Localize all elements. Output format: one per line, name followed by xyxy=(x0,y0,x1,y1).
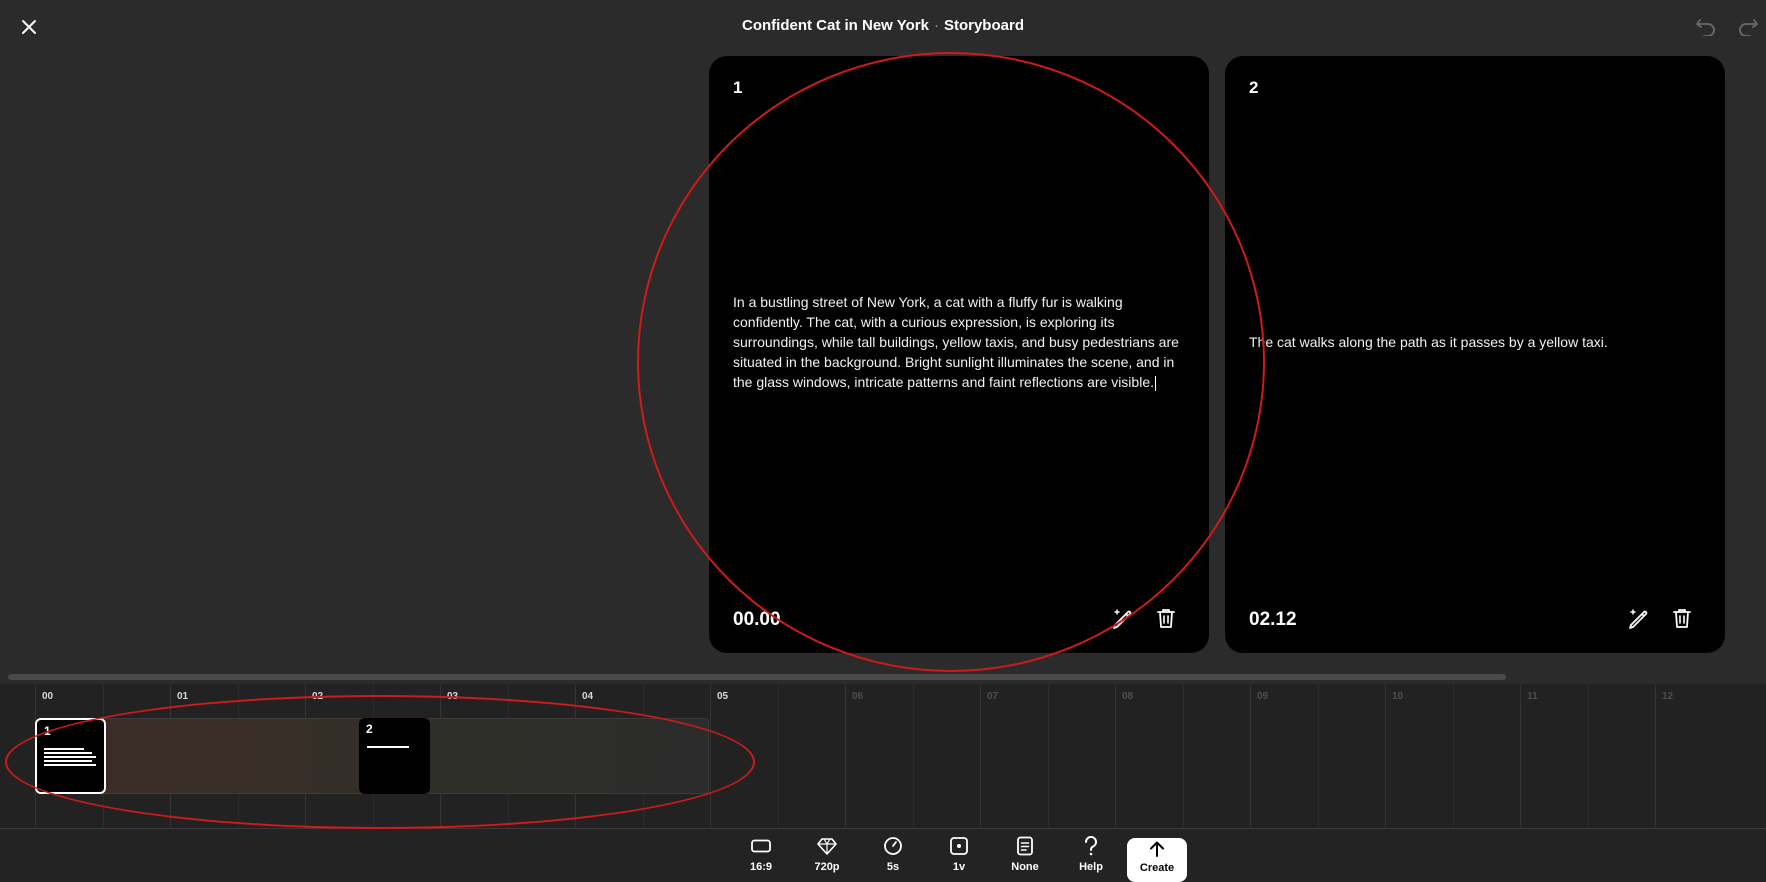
clip-text-line xyxy=(44,756,96,758)
clip-text-line xyxy=(367,746,409,748)
versions-label: 1v xyxy=(952,861,966,873)
card-timestamp: 02.12 xyxy=(1249,609,1297,630)
timeline-tick xyxy=(1520,684,1521,828)
help-label: Help xyxy=(1079,861,1103,873)
aspect-ratio-icon xyxy=(751,839,771,853)
title-separator: · xyxy=(933,17,939,34)
redo-icon xyxy=(1739,19,1758,36)
card-number: 1 xyxy=(733,78,743,97)
bottom-toolbar: 16:9 720p 5s 1v None Help Create xyxy=(0,828,1766,882)
delete-button[interactable] xyxy=(1154,606,1178,630)
storyboard-card-1[interactable]: 1 In a bustling street of New York, a ca… xyxy=(709,56,1209,653)
create-button[interactable]: Create xyxy=(1127,838,1187,882)
storyboard-app: Confident Cat in New York · Storyboard 1 I… xyxy=(0,0,1766,882)
help-button[interactable]: Help xyxy=(1064,835,1118,879)
duration-button[interactable]: 5s xyxy=(866,835,920,879)
create-label: Create xyxy=(1139,862,1175,874)
timeline-tick-label: 01 xyxy=(177,691,189,702)
arrow-up-icon xyxy=(1150,841,1164,857)
duration-label: 5s xyxy=(886,861,900,873)
clip-text-line xyxy=(44,764,96,766)
card-description-text: The cat walks along the path as it passe… xyxy=(1249,334,1608,350)
storyboard-card-2[interactable]: 2 The cat walks along the path as it pas… xyxy=(1225,56,1725,653)
timeline-subtick xyxy=(912,684,914,828)
clip-text-line xyxy=(44,748,84,750)
question-icon xyxy=(1084,836,1097,856)
quality-label: 720p xyxy=(814,861,840,873)
magic-edit-button[interactable] xyxy=(1626,606,1650,630)
clock-icon xyxy=(884,837,902,855)
card-timestamp: 00.00 xyxy=(733,609,781,630)
clip-number: 1 xyxy=(44,724,51,738)
timeline-tick xyxy=(1385,684,1386,828)
timeline-tick xyxy=(1250,684,1251,828)
card-description-editor[interactable]: The cat walks along the path as it passe… xyxy=(1249,332,1699,352)
magic-pen-icon xyxy=(1629,609,1648,629)
magic-pen-icon xyxy=(1113,609,1132,629)
timeline-tick-label: 00 xyxy=(42,691,54,702)
document-icon xyxy=(1017,836,1033,856)
timeline-subtick xyxy=(1317,684,1319,828)
timeline-tick-label: 09 xyxy=(1257,691,1269,702)
timeline-clip-2[interactable]: 2 xyxy=(359,718,430,794)
timeline-tick-label: 04 xyxy=(582,691,594,702)
timeline-tick-label: 11 xyxy=(1527,691,1538,702)
timeline-tick-label: 02 xyxy=(312,691,324,702)
timeline-tick xyxy=(710,684,711,828)
clip-number: 2 xyxy=(366,722,373,736)
undo-icon xyxy=(1696,19,1715,36)
versions-button[interactable]: 1v xyxy=(932,835,986,879)
timeline-subtick xyxy=(1452,684,1454,828)
trash-icon xyxy=(1673,609,1691,628)
timeline-tick xyxy=(845,684,846,828)
timeline-tick-label: 03 xyxy=(447,691,459,702)
timeline-tick xyxy=(1655,684,1656,828)
redo-button[interactable] xyxy=(1734,13,1762,39)
timeline-subtick xyxy=(1182,684,1184,828)
aspect-ratio-label: 16:9 xyxy=(749,861,773,873)
timeline-tick-label: 06 xyxy=(852,691,864,702)
section-title: Storyboard xyxy=(943,17,1024,34)
timeline-subtick xyxy=(777,684,779,828)
diamond-icon xyxy=(817,838,837,855)
card-description-editor[interactable]: In a bustling street of New York, a cat … xyxy=(733,292,1183,392)
timeline-tick-label: 05 xyxy=(717,691,729,702)
timeline-tick-label: 10 xyxy=(1392,691,1404,702)
timeline-tick xyxy=(980,684,981,828)
page-title: Confident Cat in New York · Storyboard xyxy=(0,17,1766,34)
project-title: Confident Cat in New York xyxy=(742,17,929,34)
text-caret xyxy=(1155,375,1156,391)
timeline-clip-1[interactable]: 1 xyxy=(35,718,106,794)
timeline-tick-label: 07 xyxy=(987,691,999,702)
horizontal-scrollbar-thumb[interactable] xyxy=(8,674,1506,680)
card-description-text: In a bustling street of New York, a cat … xyxy=(733,294,1179,390)
timeline-tick-label: 12 xyxy=(1662,691,1674,702)
timeline-tick-label: 08 xyxy=(1122,691,1134,702)
card-number: 2 xyxy=(1249,78,1259,97)
undo-button[interactable] xyxy=(1692,13,1720,39)
clip-text-line xyxy=(44,760,92,762)
timeline-tick xyxy=(1115,684,1116,828)
timeline[interactable]: 1 2 00 01 02 03 04 05 06 07 08 09 10 11 12 xyxy=(0,684,1766,828)
timeline-subtick xyxy=(1047,684,1049,828)
delete-button[interactable] xyxy=(1670,606,1694,630)
style-button[interactable]: None xyxy=(998,835,1052,879)
version-icon xyxy=(950,837,968,855)
trash-icon xyxy=(1157,609,1175,628)
style-label: None xyxy=(1011,861,1039,873)
magic-edit-button[interactable] xyxy=(1110,606,1134,630)
timeline-subtick xyxy=(1587,684,1589,828)
aspect-ratio-button[interactable]: 16:9 xyxy=(734,835,788,879)
clip-text-line xyxy=(44,752,92,754)
quality-button[interactable]: 720p xyxy=(800,835,854,879)
